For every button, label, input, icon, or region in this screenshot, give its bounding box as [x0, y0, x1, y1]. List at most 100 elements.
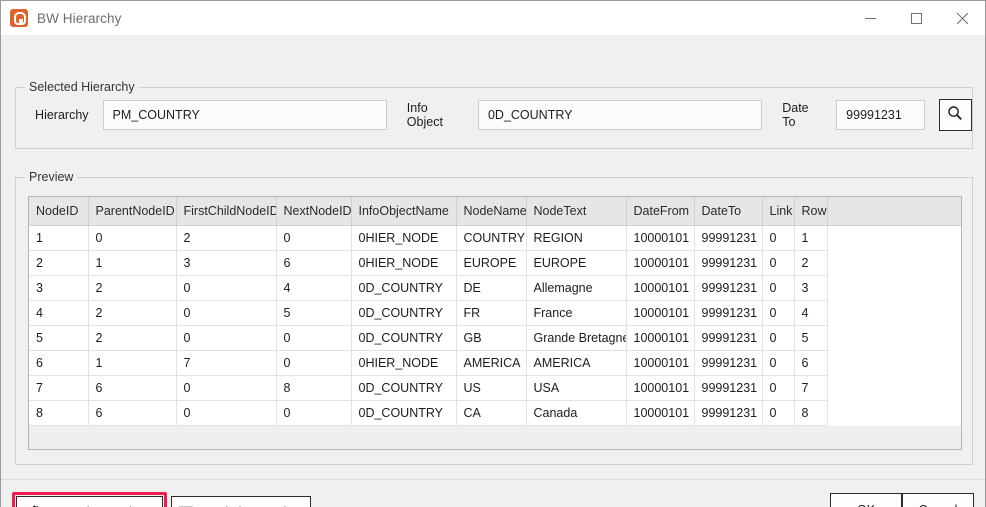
table-cell[interactable]: 8 [29, 400, 89, 426]
table-cell[interactable]: DE [456, 275, 527, 301]
table-cell[interactable]: 99991231 [694, 325, 763, 351]
table-cell[interactable]: 4 [29, 300, 89, 326]
table-cell[interactable]: 4 [794, 300, 828, 326]
table-cell[interactable]: USA [526, 375, 627, 401]
table-cell[interactable]: 0 [762, 375, 795, 401]
column-header-infoobjectname[interactable]: InfoObjectName [351, 197, 457, 226]
table-cell[interactable]: 10000101 [626, 275, 695, 301]
table-cell[interactable]: 0HIER_NODE [351, 250, 457, 276]
table-cell[interactable]: GB [456, 325, 527, 351]
table-row[interactable]: 8 6 0 0 0D_COUNTRY CA Canada 10000101 99991231 0 8 [29, 400, 961, 426]
table-cell[interactable]: 0 [762, 225, 795, 251]
table-cell[interactable]: 5 [276, 300, 352, 326]
table-cell[interactable]: CA [456, 400, 527, 426]
table-cell[interactable]: 0HIER_NODE [351, 225, 457, 251]
table-cell[interactable]: 0 [276, 350, 352, 376]
table-cell[interactable]: 99991231 [694, 350, 763, 376]
preview-grid-container[interactable]: NodeID ParentNodeID FirstChildNodeID NextNo… [28, 196, 962, 450]
table-cell[interactable]: 10000101 [626, 375, 695, 401]
table-cell[interactable]: 99991231 [694, 375, 763, 401]
table-cell[interactable]: 6 [88, 400, 177, 426]
table-cell[interactable]: 4 [276, 275, 352, 301]
table-cell[interactable]: EUROPE [526, 250, 627, 276]
table-cell[interactable]: 0 [762, 325, 795, 351]
table-cell[interactable]: 1 [794, 225, 828, 251]
table-cell[interactable]: 2 [794, 250, 828, 276]
table-cell[interactable]: 2 [176, 225, 277, 251]
table-cell[interactable]: EUROPE [456, 250, 527, 276]
table-cell[interactable]: 1 [29, 225, 89, 251]
ok-button[interactable]: OK [830, 493, 902, 507]
extraction-settings-button[interactable]: Extraction Settings [16, 496, 163, 507]
table-cell[interactable]: 10000101 [626, 325, 695, 351]
table-cell[interactable]: 2 [88, 325, 177, 351]
table-cell[interactable]: 1 [88, 350, 177, 376]
table-cell[interactable]: 0D_COUNTRY [351, 275, 457, 301]
table-cell[interactable]: 2 [29, 250, 89, 276]
column-header-row[interactable]: Row [794, 197, 828, 226]
table-cell[interactable]: France [526, 300, 627, 326]
table-cell[interactable]: 7 [794, 375, 828, 401]
table-cell[interactable]: 0 [762, 400, 795, 426]
table-cell[interactable]: 0 [762, 275, 795, 301]
table-cell[interactable]: 0D_COUNTRY [351, 375, 457, 401]
table-cell[interactable]: 6 [794, 350, 828, 376]
table-cell[interactable]: 5 [29, 325, 89, 351]
table-cell[interactable]: 99991231 [694, 225, 763, 251]
table-cell[interactable]: Allemagne [526, 275, 627, 301]
column-header-nodeid[interactable]: NodeID [29, 197, 89, 226]
table-cell[interactable]: 10000101 [626, 300, 695, 326]
table-cell[interactable]: 6 [29, 350, 89, 376]
table-cell[interactable]: Grande Bretagne [526, 325, 627, 351]
table-cell[interactable]: 0 [176, 300, 277, 326]
column-header-parentnodeid[interactable]: ParentNodeID [88, 197, 177, 226]
table-cell[interactable]: 7 [29, 375, 89, 401]
table-cell[interactable]: FR [456, 300, 527, 326]
date-to-input[interactable]: 99991231 [836, 100, 925, 130]
table-cell[interactable]: 8 [276, 375, 352, 401]
column-header-nodename[interactable]: NodeName [456, 197, 527, 226]
maximize-icon[interactable] [893, 1, 939, 35]
table-cell[interactable]: 10000101 [626, 250, 695, 276]
table-row[interactable]: 1 0 2 0 0HIER_NODE COUNTRY REGION 10000101 99991… [29, 225, 961, 251]
table-cell[interactable]: 0D_COUNTRY [351, 325, 457, 351]
table-cell[interactable]: 99991231 [694, 400, 763, 426]
table-cell[interactable]: 7 [176, 350, 277, 376]
cancel-button[interactable]: Cancel [902, 493, 974, 507]
table-cell[interactable]: US [456, 375, 527, 401]
load-live-preview-button[interactable]: Load Live Preview [171, 496, 311, 507]
table-cell[interactable]: 0 [762, 350, 795, 376]
close-icon[interactable] [939, 1, 985, 35]
table-cell[interactable]: 2 [88, 300, 177, 326]
table-cell[interactable]: 5 [794, 325, 828, 351]
info-object-input[interactable]: 0D_COUNTRY [477, 100, 763, 130]
table-row[interactable]: 7 6 0 8 0D_COUNTRY US USA 10000101 99991231 0 7 [29, 375, 961, 401]
table-cell[interactable]: 0 [762, 250, 795, 276]
table-cell[interactable]: 99991231 [694, 250, 763, 276]
table-cell[interactable]: 8 [794, 400, 828, 426]
table-cell[interactable]: 3 [176, 250, 277, 276]
column-header-datefrom[interactable]: DateFrom [626, 197, 695, 226]
table-cell[interactable]: 6 [88, 375, 177, 401]
table-cell[interactable]: 0 [762, 300, 795, 326]
table-cell[interactable]: 0 [276, 225, 352, 251]
table-cell[interactable]: Canada [526, 400, 627, 426]
column-header-nextnodeid[interactable]: NextNodeID [276, 197, 352, 226]
table-cell[interactable]: 0 [176, 400, 277, 426]
table-cell[interactable]: AMERICA [526, 350, 627, 376]
column-header-nodetext[interactable]: NodeText [526, 197, 627, 226]
table-cell[interactable]: 3 [794, 275, 828, 301]
table-cell[interactable]: 0D_COUNTRY [351, 400, 457, 426]
column-header-firstchildnodeid[interactable]: FirstChildNodeID [176, 197, 277, 226]
table-cell[interactable]: 10000101 [626, 400, 695, 426]
table-cell[interactable]: 0 [176, 275, 277, 301]
table-row[interactable]: 2 1 3 6 0HIER_NODE EUROPE EUROPE 10000101 999912… [29, 250, 961, 276]
column-header-link[interactable]: Link [762, 197, 795, 226]
table-cell[interactable]: 0D_COUNTRY [351, 300, 457, 326]
table-cell[interactable]: 0 [176, 325, 277, 351]
table-cell[interactable]: 10000101 [626, 225, 695, 251]
table-cell[interactable]: 0 [276, 400, 352, 426]
table-cell[interactable]: 2 [88, 275, 177, 301]
table-cell[interactable]: 6 [276, 250, 352, 276]
hierarchy-input[interactable]: PM_COUNTRY [102, 100, 387, 130]
